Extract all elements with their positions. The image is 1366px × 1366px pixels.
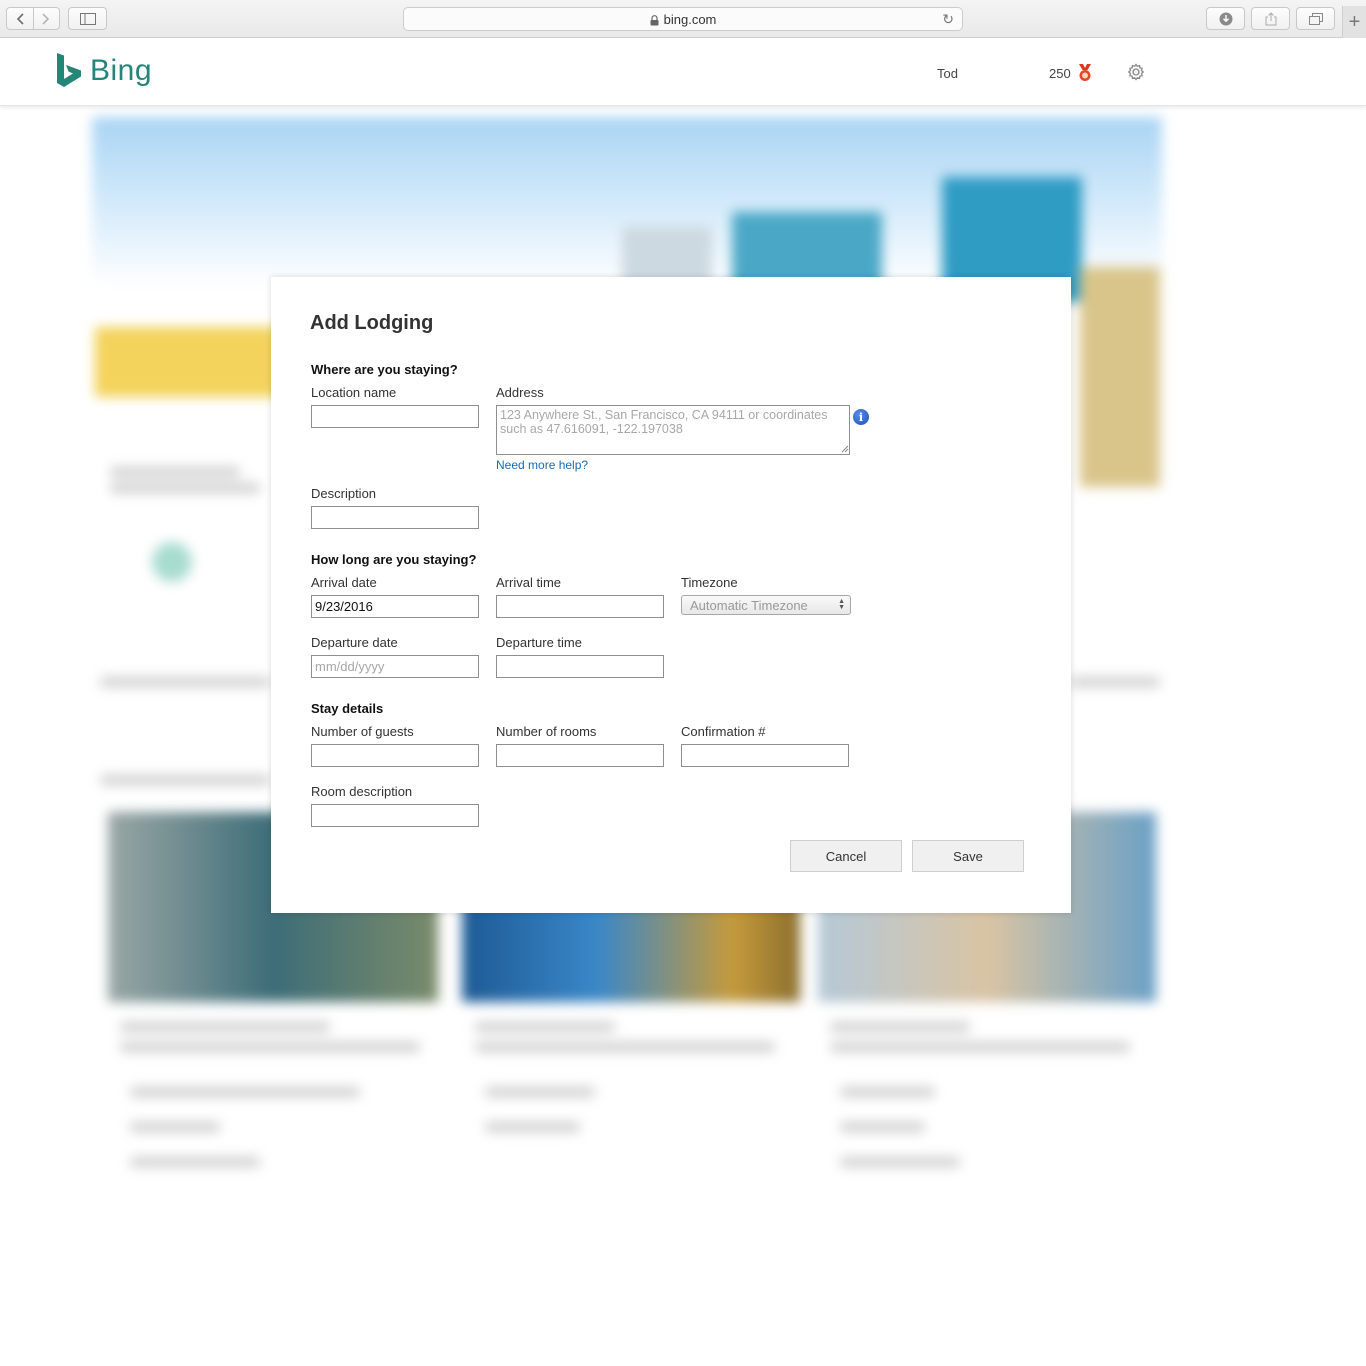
timezone-label: Timezone: [681, 575, 738, 590]
location-name-label: Location name: [311, 385, 397, 400]
cancel-button[interactable]: Cancel: [790, 840, 902, 872]
logo-text: Bing: [90, 54, 153, 87]
select-arrows-icon: ▲ ▼: [838, 598, 845, 611]
rooms-label: Number of rooms: [496, 724, 597, 739]
hero-image: [92, 117, 1162, 302]
need-more-help-link[interactable]: Need more help?: [496, 458, 588, 472]
room-description-label: Room description: [311, 784, 413, 799]
resize-grip-icon[interactable]: [840, 444, 849, 453]
room-description-input[interactable]: [311, 804, 479, 827]
bing-logo-icon: [57, 53, 81, 87]
save-button[interactable]: Save: [912, 840, 1024, 872]
departure-date-input[interactable]: [311, 655, 479, 678]
rewards-points[interactable]: 250: [1049, 66, 1071, 81]
address-bar[interactable]: bing.com ↻: [403, 7, 963, 31]
info-icon[interactable]: i: [853, 409, 869, 425]
downloads-icon[interactable]: [1206, 7, 1245, 30]
settings-gear-icon[interactable]: [1127, 63, 1145, 86]
arrival-date-label: Arrival date: [311, 575, 377, 590]
description-input[interactable]: [311, 506, 479, 529]
browser-toolbar: bing.com ↻ +: [0, 0, 1366, 38]
departure-time-input[interactable]: [496, 655, 664, 678]
location-name-input[interactable]: [311, 405, 479, 428]
confirmation-label: Confirmation #: [681, 724, 766, 739]
dialog-title: Add Lodging: [310, 312, 434, 334]
section-stay-details: Stay details: [311, 701, 384, 716]
arrival-time-input[interactable]: [496, 595, 664, 618]
site-header: Bing Tod 250: [0, 38, 1366, 106]
forward-icon[interactable]: [32, 8, 60, 29]
arrival-date-input[interactable]: [311, 595, 479, 618]
confirmation-input[interactable]: [681, 744, 849, 767]
departure-date-label: Departure date: [311, 635, 398, 650]
share-icon[interactable]: [1251, 7, 1290, 30]
lock-icon: [650, 14, 659, 26]
bing-logo[interactable]: Bing: [56, 52, 152, 90]
rooms-input[interactable]: [496, 744, 664, 767]
sidebar-toggle-icon[interactable]: [68, 7, 107, 30]
arrival-time-label: Arrival time: [496, 575, 562, 590]
reload-icon[interactable]: ↻: [942, 11, 954, 28]
add-lodging-dialog: Add Lodging Where are you staying? Locat…: [271, 277, 1071, 913]
url-text: bing.com: [663, 11, 717, 27]
new-tab-icon[interactable]: +: [1342, 6, 1366, 38]
timezone-selected-value: Automatic Timezone: [690, 597, 808, 613]
departure-time-label: Departure time: [496, 635, 582, 650]
section-where: Where are you staying?: [311, 362, 458, 377]
rewards-medal-icon[interactable]: [1077, 64, 1093, 87]
timezone-select[interactable]: Automatic Timezone ▲ ▼: [681, 595, 851, 615]
guests-label: Number of guests: [311, 724, 414, 739]
back-icon[interactable]: [7, 8, 33, 29]
section-how-long: How long are you staying?: [311, 552, 477, 567]
guests-input[interactable]: [311, 744, 479, 767]
user-name-link[interactable]: Tod: [937, 66, 958, 81]
nav-buttons: [6, 7, 60, 30]
address-input[interactable]: [496, 405, 850, 455]
address-label: Address: [496, 385, 544, 400]
tabs-overview-icon[interactable]: [1296, 7, 1335, 30]
description-label: Description: [311, 486, 377, 501]
